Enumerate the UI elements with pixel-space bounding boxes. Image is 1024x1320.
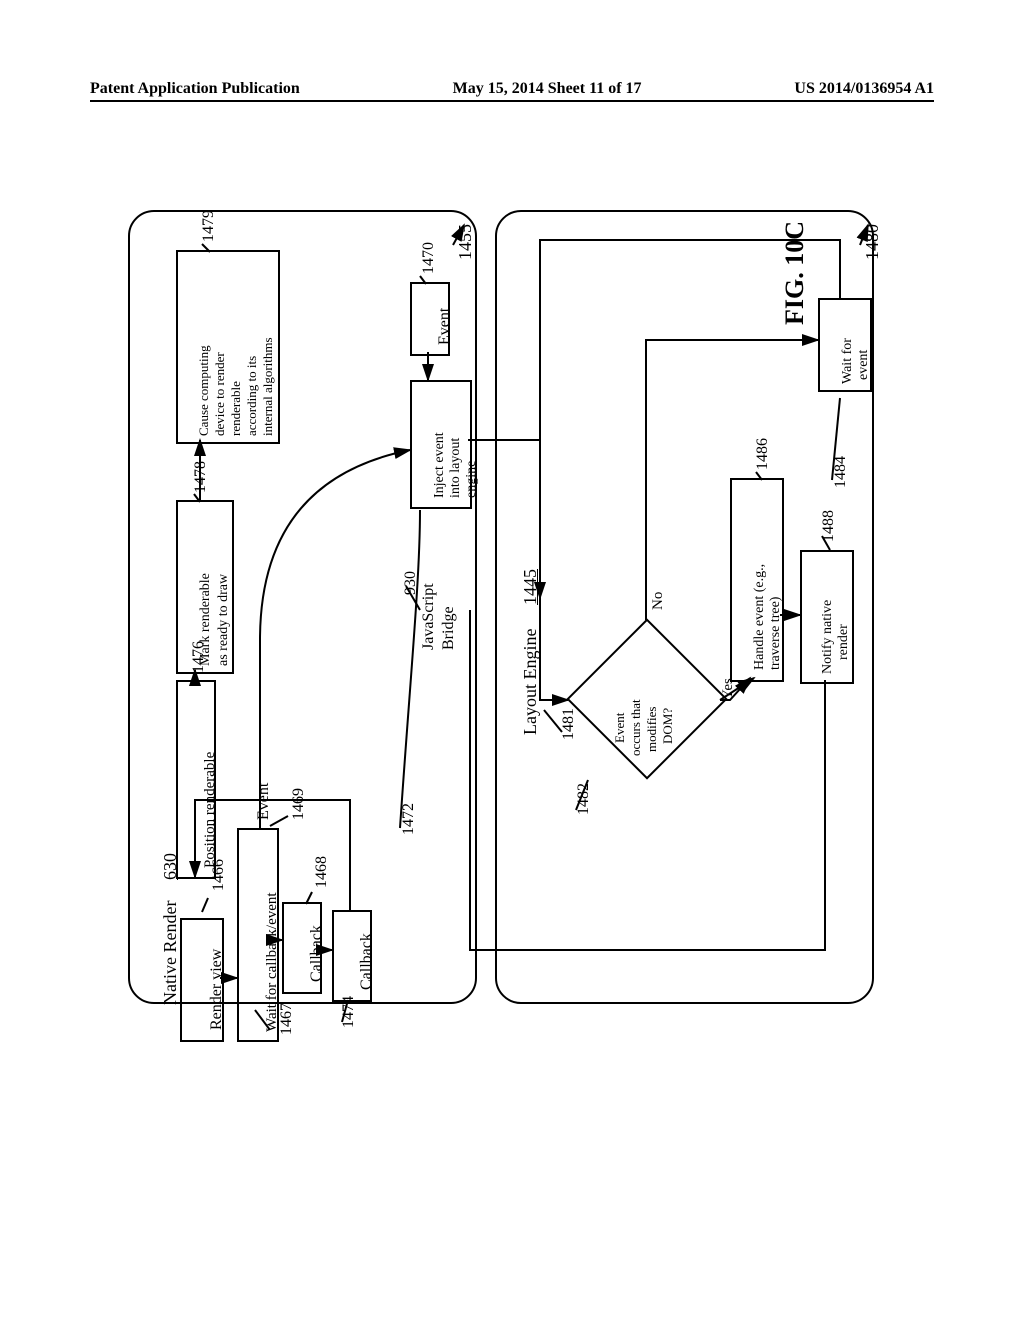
- txt-we-2: event: [856, 350, 872, 380]
- txt-callback-u: Callback: [308, 925, 326, 982]
- txt-mark-1: Mark renderable: [198, 573, 214, 666]
- txt-position: Position renderable: [202, 752, 219, 868]
- txt-nn-2: render: [836, 624, 852, 660]
- txt-inject-1: Inject event: [432, 432, 448, 498]
- txt-dec-1: Event: [612, 713, 628, 743]
- ref-1455: 1455: [455, 224, 476, 260]
- txt-bridge: Bridge: [440, 606, 458, 650]
- txt-event-l: Event: [436, 308, 454, 345]
- txt-cc-5: internal algorithms: [260, 337, 276, 436]
- txt-no: No: [650, 592, 667, 610]
- ref-1470: 1470: [420, 242, 438, 274]
- txt-dec-2: occurs that: [628, 699, 644, 756]
- native-render-label: Native Render: [160, 901, 181, 1005]
- txt-callback-l: Callback: [358, 933, 376, 990]
- txt-cc-2: device to render: [212, 352, 228, 436]
- txt-js: JavaScript: [420, 583, 438, 650]
- txt-he-1: Handle event (e.g.,: [752, 564, 768, 670]
- layout-engine-label: Layout Engine: [520, 629, 541, 735]
- header-left: Patent Application Publication: [90, 80, 300, 98]
- txt-dec-3: modifies: [644, 707, 660, 753]
- ref-1480: 1480: [862, 224, 883, 260]
- ref-1469: 1469: [290, 788, 308, 820]
- txt-mark-2: as ready to draw: [216, 574, 232, 666]
- ref-1472: 1472: [400, 803, 418, 835]
- ref-930: 930: [402, 571, 420, 595]
- ref-1474: 1474: [340, 996, 358, 1028]
- ref-1468: 1468: [313, 856, 331, 888]
- ref-1482: 1482: [575, 783, 593, 815]
- txt-we-1: Wait for: [840, 338, 856, 384]
- ref-1481: 1481: [560, 708, 578, 740]
- ref-1445: 1445: [520, 569, 541, 605]
- ref-1488: 1488: [820, 510, 838, 542]
- header-middle: May 15, 2014 Sheet 11 of 17: [453, 80, 642, 98]
- txt-inject-3: engine: [464, 461, 480, 498]
- txt-cc-4: according to its: [244, 356, 260, 436]
- txt-nn-1: Notify native: [820, 600, 836, 674]
- ref-1484: 1484: [832, 456, 850, 488]
- txt-inject-2: into layout: [448, 438, 464, 498]
- txt-event-u: Event: [255, 783, 273, 820]
- page-header: Patent Application Publication May 15, 2…: [90, 80, 934, 102]
- ref-1486: 1486: [754, 438, 772, 470]
- txt-render-view: Render view: [208, 949, 226, 1030]
- txt-dec-4: DOM?: [660, 708, 676, 744]
- txt-cc-3: renderable: [228, 381, 244, 436]
- ref-1478: 1478: [192, 461, 210, 493]
- patent-diagram: FIG. 10C Native Render 630 1455 Layout E…: [120, 180, 900, 1030]
- ref-1479: 1479: [200, 210, 218, 242]
- header-right: US 2014/0136954 A1: [794, 80, 934, 98]
- txt-he-2: traverse tree): [768, 597, 784, 670]
- txt-cc-1: Cause computing: [196, 345, 212, 436]
- ref-1467: 1467: [278, 1003, 296, 1035]
